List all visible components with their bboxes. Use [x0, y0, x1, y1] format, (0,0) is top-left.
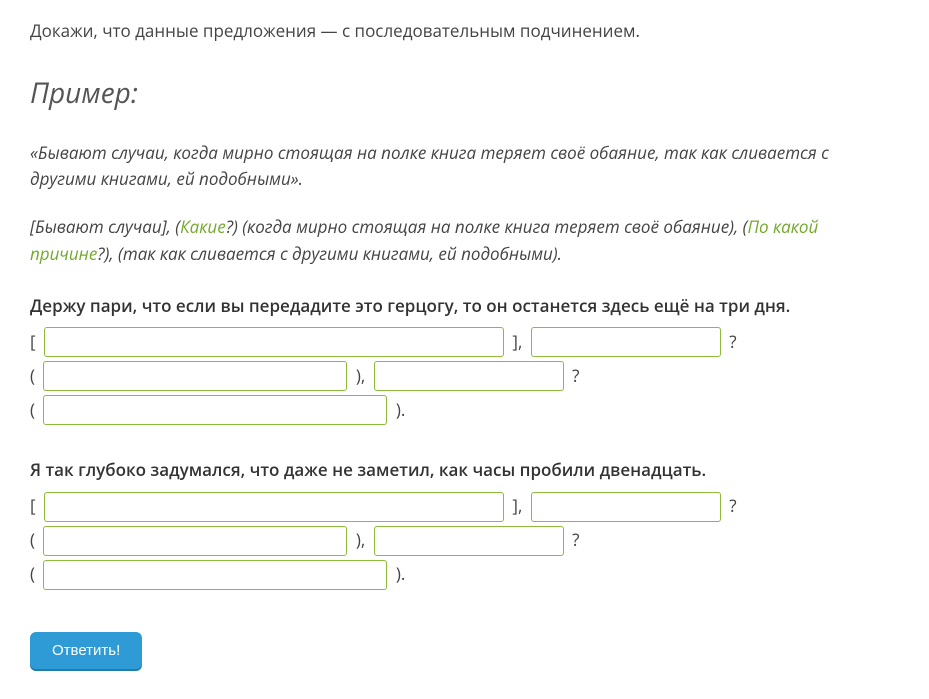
bracket-text: ], [508, 329, 527, 355]
bracket-text: ? [725, 493, 737, 519]
fill-line: ( ). [30, 395, 899, 425]
task-block: Держу пари, что если вы передадите это г… [30, 293, 899, 425]
schema-text: [Бывают случаи], ( [30, 215, 180, 238]
schema-highlight: Какие [180, 215, 226, 238]
clause-input[interactable] [44, 327, 504, 357]
fill-line: ( ). [30, 560, 899, 590]
bracket-text: ), [351, 527, 369, 553]
bracket-text: ? [725, 329, 737, 355]
task-block: Я так глубоко задумался, что даже не зам… [30, 457, 899, 589]
example-quote: «Бывают случаи, когда мирно стоящая на п… [30, 140, 899, 193]
bracket-text: ), [351, 363, 369, 389]
fill-line: [ ], ? [30, 492, 899, 522]
bracket-text: ], [508, 493, 527, 519]
example-heading: Пример: [30, 74, 899, 112]
clause-input[interactable] [43, 560, 387, 590]
clause-input[interactable] [43, 361, 347, 391]
clause-input[interactable] [43, 526, 347, 556]
clause-input[interactable] [43, 395, 387, 425]
fill-line: ( ), ? [30, 361, 899, 391]
fill-line: ( ), ? [30, 526, 899, 556]
bracket-text: [ [30, 329, 40, 355]
bracket-text: ? [568, 363, 580, 389]
bracket-text: ( [30, 527, 39, 553]
bracket-text: ( [30, 397, 39, 423]
question-input[interactable] [374, 526, 564, 556]
bracket-text: ). [391, 561, 405, 587]
bracket-text: ). [391, 397, 405, 423]
fill-line: [ ], ? [30, 327, 899, 357]
bracket-text: ( [30, 561, 39, 587]
schema-text: ?) (когда мирно стоящая на полке книга т… [226, 215, 748, 238]
clause-input[interactable] [44, 492, 504, 522]
bracket-text: ( [30, 363, 39, 389]
bracket-text: [ [30, 493, 40, 519]
instruction-text: Докажи, что данные предложения — с после… [30, 18, 899, 44]
question-input[interactable] [531, 327, 721, 357]
task-sentence: Держу пари, что если вы передадите это г… [30, 293, 899, 319]
example-schema: [Бывают случаи], (Какие?) (когда мирно с… [30, 214, 899, 267]
task-sentence: Я так глубоко задумался, что даже не зам… [30, 457, 899, 483]
bracket-text: ? [568, 527, 580, 553]
answer-button[interactable]: Ответить! [30, 632, 142, 669]
question-input[interactable] [374, 361, 564, 391]
exercise-page: Докажи, что данные предложения — с после… [0, 18, 929, 699]
schema-text: ?), (так как сливается с другими книгами… [97, 242, 562, 265]
question-input[interactable] [531, 492, 721, 522]
